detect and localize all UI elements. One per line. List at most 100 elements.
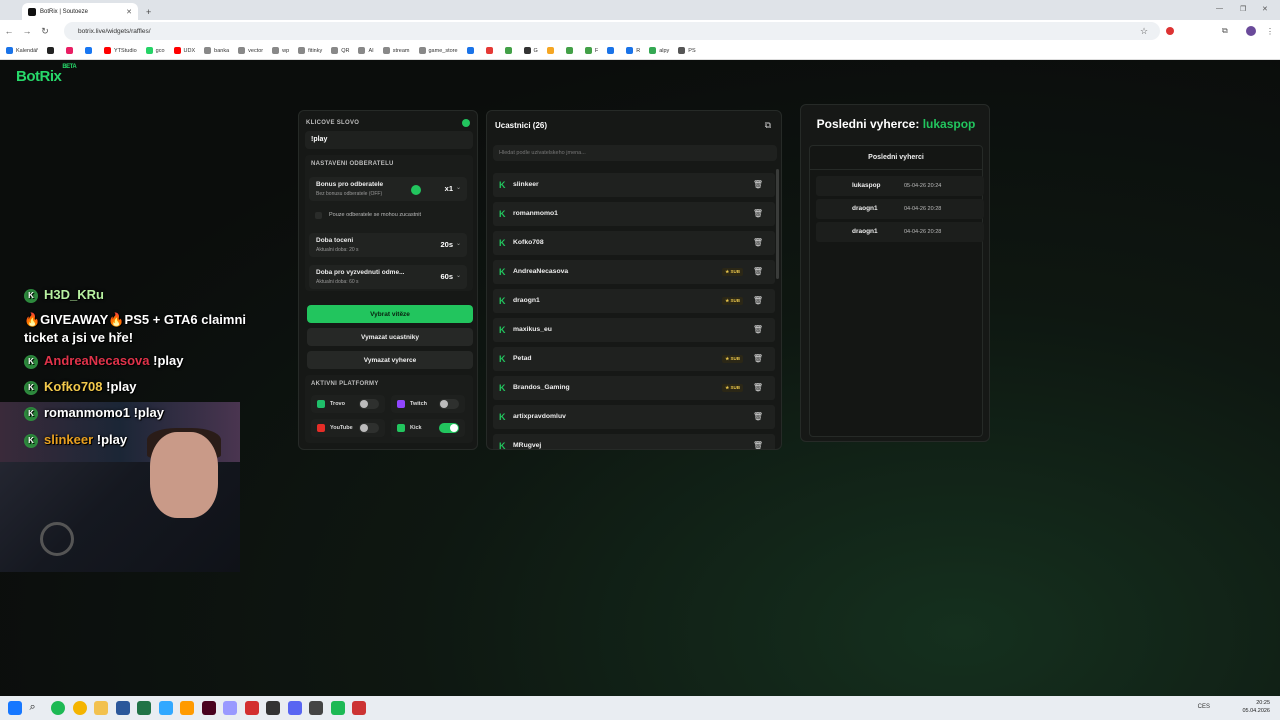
chat-username: romanmomo1: [44, 405, 130, 420]
bookmark-item[interactable]: G: [523, 47, 538, 54]
spotify-icon[interactable]: [51, 701, 65, 715]
browser-tab[interactable]: BotRix | Soutoeze ✕: [22, 3, 138, 20]
bookmark-item[interactable]: UDX: [173, 47, 195, 54]
participant-name: AndreaNecasova: [513, 268, 569, 275]
chevron-down-icon[interactable]: ⌄: [456, 184, 461, 191]
bookmark-item[interactable]: fitinky: [298, 47, 322, 54]
language-indicator[interactable]: CES: [1198, 704, 1210, 710]
bonus-select[interactable]: x1: [445, 184, 453, 193]
star-icon[interactable]: ☆: [1140, 26, 1148, 37]
bookmark-item[interactable]: alpy: [649, 47, 669, 54]
menu-icon[interactable]: ⋮: [1266, 27, 1274, 36]
premiere-icon[interactable]: [223, 701, 237, 715]
avatar[interactable]: [1246, 26, 1256, 36]
bookmark-item[interactable]: [485, 47, 496, 54]
pick-winner-button[interactable]: Vybrat vitěze: [307, 305, 473, 323]
bookmark-item[interactable]: banka: [204, 47, 229, 54]
kick-icon: K: [24, 380, 38, 395]
indesign-icon[interactable]: [201, 701, 216, 715]
file-explorer-icon[interactable]: [94, 701, 108, 715]
trash-icon[interactable]: 🗑: [753, 325, 763, 334]
maximize-icon[interactable]: ❐: [1240, 5, 1246, 13]
botrix-logo[interactable]: BotRixBETA: [16, 64, 77, 85]
bookmark-item[interactable]: [66, 47, 76, 54]
bookmark-item[interactable]: PS: [678, 47, 696, 54]
trash-icon[interactable]: 🗑: [753, 180, 763, 189]
claim-select[interactable]: 60s: [440, 272, 453, 281]
close-tab-icon[interactable]: ✕: [126, 8, 132, 16]
chrome-icon[interactable]: [72, 701, 87, 715]
clear-winners-button[interactable]: Vymazat vyherce: [307, 351, 473, 369]
trash-icon[interactable]: 🗑: [753, 267, 763, 276]
youtube-toggle[interactable]: [359, 423, 379, 433]
sub-badge: ★ SUB: [722, 297, 743, 305]
app-icon[interactable]: [352, 701, 366, 715]
trash-icon[interactable]: 🗑: [753, 441, 763, 449]
subs-only-checkbox-row[interactable]: Pouze odberatele se mohou zucastnit: [311, 209, 467, 223]
kick-icon: K: [499, 412, 506, 422]
bookmark-icon: [649, 47, 657, 54]
bookmark-item[interactable]: wp: [272, 47, 289, 54]
forward-icon[interactable]: →: [18, 26, 36, 36]
scrollbar[interactable]: [776, 169, 779, 279]
bookmark-item[interactable]: [85, 47, 95, 54]
excel-icon[interactable]: [137, 701, 151, 715]
bookmark-item[interactable]: [546, 47, 557, 54]
trash-icon[interactable]: 🗑: [753, 209, 763, 218]
url-field[interactable]: botrix.live/widgets/raffles/: [64, 22, 1160, 40]
bookmark-item[interactable]: [607, 47, 617, 54]
trash-icon[interactable]: 🗑: [753, 383, 763, 392]
trash-icon[interactable]: 🗑: [753, 296, 763, 305]
illustrator-icon[interactable]: [180, 701, 194, 715]
search-icon[interactable]: ⌕: [30, 701, 44, 715]
trash-icon[interactable]: 🗑: [753, 412, 763, 421]
reload-icon[interactable]: ↻: [36, 26, 54, 37]
bookmark-item[interactable]: vector: [238, 47, 263, 54]
info-icon[interactable]: [411, 185, 421, 195]
chevron-down-icon[interactable]: ⌄: [456, 272, 461, 279]
bookmark-item[interactable]: gco: [145, 47, 165, 54]
bookmark-icon: [584, 47, 592, 54]
bookmark-item[interactable]: QR: [331, 47, 349, 54]
copy-icon[interactable]: ⧉: [765, 120, 771, 131]
obs-icon[interactable]: [266, 701, 280, 715]
bookmark-item[interactable]: [504, 47, 515, 54]
new-tab-icon[interactable]: +: [146, 7, 151, 17]
clear-participants-button[interactable]: Vymazat ucastniky: [307, 328, 473, 346]
word-icon[interactable]: [115, 701, 130, 715]
bookmark-item[interactable]: game_store: [418, 47, 458, 54]
trovo-toggle[interactable]: [359, 399, 379, 409]
close-window-icon[interactable]: ✕: [1262, 5, 1268, 13]
bookmark-item[interactable]: YTStudio: [104, 47, 137, 54]
extension-icon[interactable]: [1166, 27, 1174, 35]
info-icon[interactable]: [462, 119, 470, 127]
extensions-icon[interactable]: ⧉: [1222, 26, 1228, 36]
bookmark-item[interactable]: Kalendář: [6, 47, 38, 54]
app-icon[interactable]: [309, 701, 323, 715]
discord-icon[interactable]: [287, 701, 302, 715]
minimize-icon[interactable]: —: [1216, 5, 1223, 12]
bookmark-item[interactable]: AI: [358, 47, 374, 54]
kick-toggle[interactable]: [439, 423, 459, 433]
clock[interactable]: 20:25 05.04.2026: [1242, 699, 1270, 715]
keyword-input[interactable]: !play: [305, 131, 473, 149]
back-icon[interactable]: ←: [0, 26, 18, 36]
app-icon[interactable]: [330, 701, 345, 715]
chevron-down-icon[interactable]: ⌄: [456, 240, 461, 247]
twitch-toggle[interactable]: [439, 399, 459, 409]
photoshop-icon[interactable]: [158, 701, 173, 715]
bookmark-item[interactable]: R: [626, 47, 640, 54]
start-icon[interactable]: [8, 701, 22, 715]
acrobat-icon[interactable]: [244, 701, 259, 715]
subs-only-checkbox[interactable]: [315, 212, 322, 219]
bookmark-item[interactable]: [466, 47, 477, 54]
trash-icon[interactable]: 🗑: [753, 354, 763, 363]
spin-select[interactable]: 20s: [440, 240, 453, 249]
bookmark-item[interactable]: [47, 47, 57, 54]
bookmark-item[interactable]: F: [584, 47, 598, 54]
search-input[interactable]: Hledat podle uzivatelskeho jmena...: [493, 145, 777, 161]
bookmark-item[interactable]: stream: [382, 47, 410, 54]
bookmark-item[interactable]: [565, 47, 576, 54]
kick-icon: K: [499, 354, 506, 364]
trash-icon[interactable]: 🗑: [753, 238, 763, 247]
